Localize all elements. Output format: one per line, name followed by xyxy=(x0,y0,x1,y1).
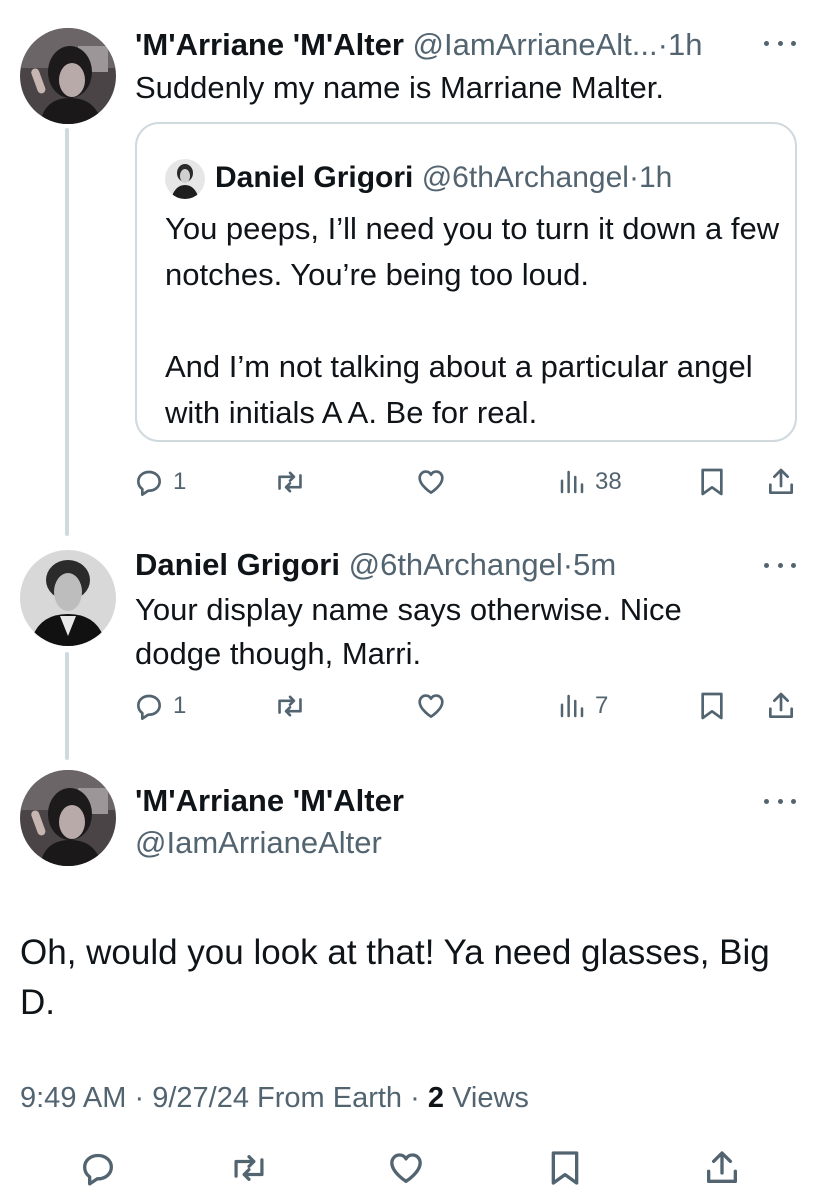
tweet-time[interactable]: 9:49 AM xyxy=(20,1082,126,1114)
tweet-date[interactable]: 9/27/24 xyxy=(152,1082,249,1114)
thread-line-2 xyxy=(65,652,69,760)
share-button[interactable] xyxy=(702,1146,742,1190)
author-handle[interactable]: @IamArrianeAlter xyxy=(135,825,382,860)
separator-dot: · xyxy=(628,161,639,194)
reply-icon xyxy=(137,694,161,720)
tweet-2-text: Your display name says otherwise. Nice d… xyxy=(135,592,682,671)
views-icon xyxy=(560,694,584,718)
quote-author-name[interactable]: Daniel Grigori xyxy=(215,161,413,194)
more-icon[interactable] xyxy=(764,796,796,806)
reply-count: 1 xyxy=(173,468,187,495)
share-icon xyxy=(769,468,793,494)
quote-paragraph-2: And I’m not talking about a particular a… xyxy=(165,349,753,430)
tweet-2-actions: 1 7 xyxy=(133,686,813,726)
views-label[interactable]: Views xyxy=(452,1082,529,1114)
like-icon xyxy=(418,694,444,718)
views-icon xyxy=(560,470,584,494)
quote-text: You peeps, I’ll need you to turn it down… xyxy=(165,206,785,436)
tweet-meta: 9:49 AM · 9/27/24 From Earth · 2 Views xyxy=(20,1078,529,1118)
reply-button[interactable] xyxy=(78,1146,118,1190)
like-icon xyxy=(390,1153,422,1183)
avatar[interactable] xyxy=(20,550,116,646)
reply-icon xyxy=(83,1153,114,1186)
more-icon[interactable] xyxy=(764,560,796,570)
quote-timestamp: 1h xyxy=(638,161,673,194)
repost-icon xyxy=(234,1155,264,1181)
like-button[interactable] xyxy=(415,686,447,726)
quote-author-handle[interactable]: @6thArchangel xyxy=(422,161,629,194)
views-button[interactable]: 7 xyxy=(557,686,608,726)
thread-line-1 xyxy=(65,128,69,536)
repost-icon xyxy=(278,471,302,493)
avatar[interactable] xyxy=(20,28,116,124)
author-handle[interactable]: @6thArchangel xyxy=(349,547,563,582)
share-icon xyxy=(769,692,793,718)
author-handle[interactable]: @IamArrianeAlt... xyxy=(413,27,658,62)
main-tweet-text: Oh, would you look at that! Ya need glas… xyxy=(20,933,770,1022)
timestamp[interactable]: 5m xyxy=(573,547,616,582)
repost-button[interactable] xyxy=(273,686,307,726)
like-icon xyxy=(418,470,444,494)
more-icon[interactable] xyxy=(764,38,796,48)
views-button[interactable]: 38 xyxy=(557,462,622,502)
timestamp[interactable]: 1h xyxy=(668,27,702,62)
reply-button[interactable]: 1 xyxy=(133,462,186,502)
separator-dot: · xyxy=(134,1082,145,1114)
quote-paragraph-1: You peeps, I’ll need you to turn it down… xyxy=(165,211,780,292)
main-author-handle[interactable]: @IamArrianeAlter xyxy=(135,824,382,862)
share-button[interactable] xyxy=(765,462,797,502)
tweet-1-header: 'M'Arriane 'M'Alter @IamArrianeAlt...·1h xyxy=(135,26,702,64)
repost-icon xyxy=(278,695,302,717)
quote-avatar xyxy=(165,159,205,199)
reply-button[interactable]: 1 xyxy=(133,686,186,726)
repost-button[interactable] xyxy=(228,1146,270,1190)
share-icon xyxy=(707,1151,737,1183)
like-button[interactable] xyxy=(415,462,447,502)
bookmark-icon xyxy=(701,468,723,496)
quoted-tweet-card[interactable]: Daniel Grigori @6thArchangel·1h You peep… xyxy=(135,122,797,442)
reply-icon xyxy=(137,470,161,496)
bookmark-button[interactable] xyxy=(697,462,727,502)
tweet-source: From Earth xyxy=(257,1082,403,1114)
repost-button[interactable] xyxy=(273,462,307,502)
main-author-name[interactable]: 'M'Arriane 'M'Alter xyxy=(135,782,404,820)
separator-dot: · xyxy=(657,27,668,62)
bookmark-icon xyxy=(551,1151,579,1185)
bookmark-button[interactable] xyxy=(546,1146,584,1190)
bookmark-icon xyxy=(701,692,723,720)
author-name[interactable]: 'M'Arriane 'M'Alter xyxy=(135,783,404,818)
views-count: 7 xyxy=(595,692,609,719)
tweet-1-text: Suddenly my name is Marriane Malter. xyxy=(135,70,664,105)
like-button[interactable] xyxy=(386,1146,426,1190)
avatar[interactable] xyxy=(20,770,116,866)
views-count: 38 xyxy=(595,468,622,495)
bookmark-button[interactable] xyxy=(697,686,727,726)
tweet-1-actions: 1 38 xyxy=(133,462,813,502)
reply-count: 1 xyxy=(173,692,187,719)
author-name[interactable]: 'M'Arriane 'M'Alter xyxy=(135,27,404,62)
views-count[interactable]: 2 xyxy=(428,1082,444,1114)
quote-header: Daniel Grigori @6thArchangel·1h xyxy=(215,158,672,198)
separator-dot: · xyxy=(562,547,574,582)
main-tweet-actions xyxy=(0,1146,818,1190)
tweet-2-header: Daniel Grigori @6thArchangel·5m xyxy=(135,546,616,584)
share-button[interactable] xyxy=(765,686,797,726)
separator-dot: · xyxy=(410,1082,420,1114)
author-name[interactable]: Daniel Grigori xyxy=(135,547,340,582)
